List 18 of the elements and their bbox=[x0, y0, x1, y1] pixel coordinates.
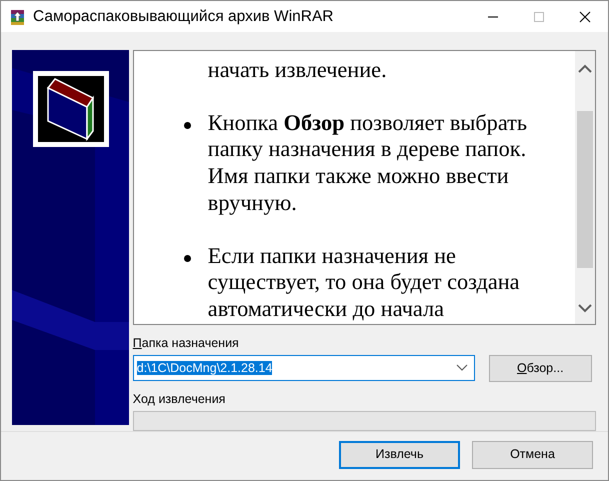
info-paragraph: начать извлечение. bbox=[206, 57, 388, 84]
dropdown-icon[interactable] bbox=[456, 364, 468, 372]
extract-button[interactable]: Извлечь bbox=[339, 440, 460, 468]
destination-label: Папка назначения bbox=[132, 335, 240, 352]
destination-value: d:\1C\DocMng\2.1.28.14 bbox=[136, 360, 272, 375]
app-icon bbox=[9, 8, 27, 26]
info-paragraph: Кнопка Обзор позволяет выбрать папку назначения в дереве папок. Имя папки также можно ввести вручную. bbox=[208, 110, 528, 217]
destination-combo[interactable]: d:\1C\DocMng\2.1.28.14 bbox=[132, 355, 475, 382]
box-logo-icon bbox=[33, 71, 109, 147]
bullet-icon bbox=[184, 254, 191, 262]
cancel-button[interactable]: Отмена bbox=[472, 440, 593, 468]
close-icon[interactable] bbox=[579, 10, 591, 22]
bullet-icon bbox=[184, 122, 191, 129]
window-title: Самораспаковывающийся архив WinRAR bbox=[33, 6, 334, 27]
browse-button[interactable]: Обзор... bbox=[488, 354, 592, 382]
progress-label: Ход извлечения bbox=[132, 390, 226, 408]
info-paragraph: Если папки назначения не существует, то она будет создана автоматически до начала bbox=[208, 242, 521, 323]
scrollbar[interactable] bbox=[575, 51, 595, 324]
